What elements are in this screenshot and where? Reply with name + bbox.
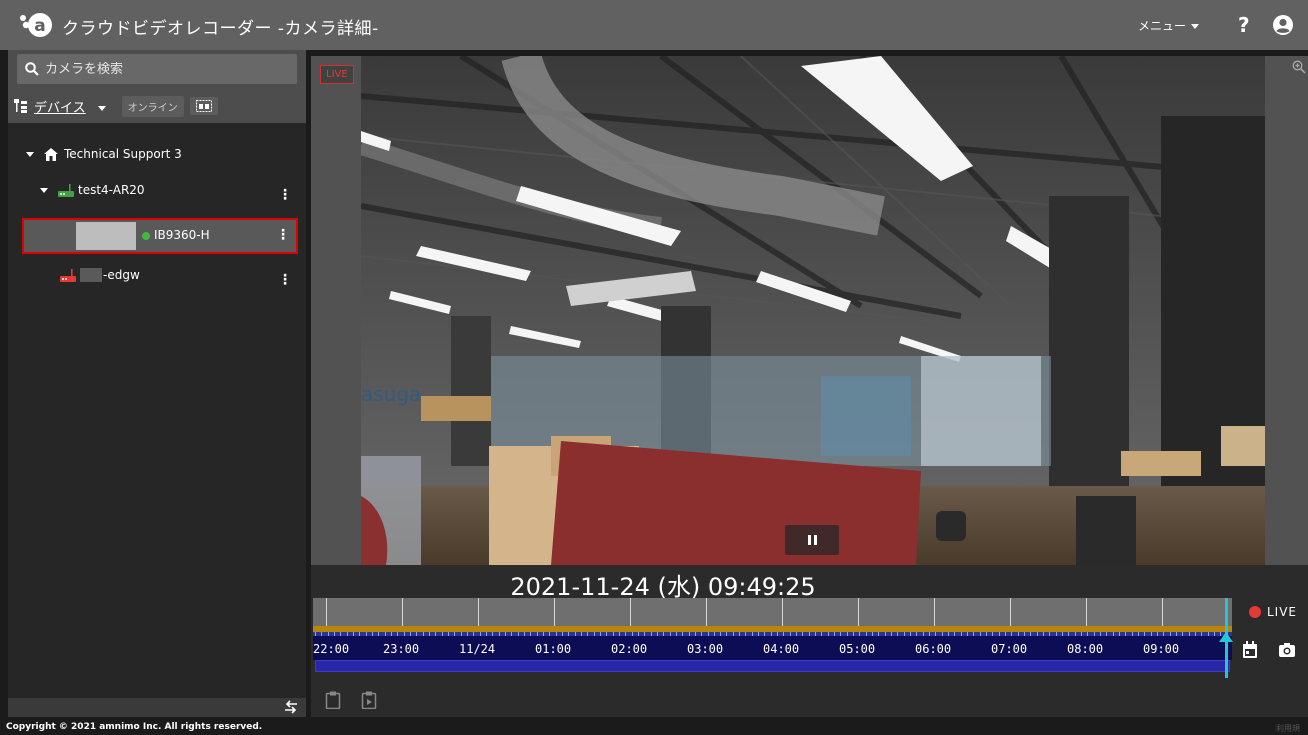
timeline-grid[interactable]	[313, 598, 1232, 626]
swap-arrows-icon[interactable]	[284, 700, 298, 714]
chevron-down-icon	[97, 105, 106, 111]
tree-group-node[interactable]: Technical Support 3	[26, 147, 182, 161]
camera-more-button[interactable]: ⋮	[276, 228, 290, 242]
search-input[interactable]	[45, 61, 285, 77]
expand-icon[interactable]	[40, 187, 48, 193]
go-live-button[interactable]: LIVE	[1249, 605, 1297, 619]
pause-icon	[813, 535, 817, 545]
device-tree-icon	[14, 99, 27, 113]
timeline-hour-label: 06:00	[915, 642, 952, 656]
timeline-hour-label: 05:00	[839, 642, 876, 656]
timeline-hour-gridline	[554, 598, 555, 626]
search-icon	[25, 62, 39, 76]
camera-live-image[interactable]: asuga	[361, 56, 1265, 565]
grid-view-icon	[195, 100, 212, 112]
copyright-text: Copyright © 2021 amnimo Inc. All rights …	[6, 722, 263, 732]
clip-toolbar	[313, 683, 1308, 717]
timeline-hour-label: 11/24	[459, 642, 496, 656]
redacted-text	[80, 268, 102, 282]
timeline-hour-gridline	[478, 598, 479, 626]
timeline-hour-gridline	[1086, 598, 1087, 626]
timeline-scrollbar[interactable]	[315, 660, 1230, 672]
timeline-hour-label: 02:00	[611, 642, 648, 656]
timeline-hour-label: 03:00	[687, 642, 724, 656]
clipboard-icon[interactable]	[325, 691, 341, 709]
timeline-hour-labels: 22:00 23:00 11/24 01:00 02:00 03:00 04:00 05:00…	[313, 636, 1232, 660]
router-online-icon	[58, 184, 74, 197]
timeline-hour-label: 09:00	[1143, 642, 1180, 656]
sidebar-toolbar: デバイス オンライン	[8, 50, 306, 123]
router-more-button[interactable]: ⋮	[278, 188, 292, 202]
gateway-name: -edgw	[103, 268, 140, 282]
router-offline-icon	[60, 269, 76, 282]
help-button[interactable]: ?	[1238, 13, 1250, 37]
expand-icon[interactable]	[26, 151, 34, 157]
router-name: test4-AR20	[78, 183, 145, 197]
selected-camera-row[interactable]: IB9360-H ⋮	[22, 218, 298, 254]
timeline-hour-gridline	[706, 598, 707, 626]
zoom-in-icon[interactable]	[1292, 60, 1306, 74]
online-filter-button[interactable]: オンライン	[121, 95, 184, 117]
amnimo-logo-icon: a	[20, 13, 52, 37]
camera-thumbnail	[76, 222, 136, 250]
pause-icon	[807, 535, 811, 545]
timeline-hour-gridline	[782, 598, 783, 626]
group-name: Technical Support 3	[64, 147, 182, 161]
tree-gateway-node[interactable]: -edgw	[60, 268, 140, 282]
timeline-hour-label: 23:00	[383, 642, 420, 656]
svg-text:a: a	[34, 16, 45, 36]
gateway-more-button[interactable]: ⋮	[278, 273, 292, 287]
camera-search-box[interactable]	[17, 54, 297, 84]
timeline-hour-label: 01:00	[535, 642, 572, 656]
timeline-hour-label: 22:00	[313, 642, 350, 656]
menu-label: メニュー	[1138, 19, 1187, 33]
timeline-hour-gridline	[402, 598, 403, 626]
live-label: LIVE	[1267, 605, 1298, 619]
device-sidebar: デバイス オンライン Technical Support 3	[8, 50, 306, 717]
grid-view-button[interactable]	[189, 97, 218, 115]
video-player: LIVE asuga	[311, 56, 1308, 565]
tree-router-node[interactable]: test4-AR20	[40, 183, 145, 197]
filter-row: デバイス オンライン	[14, 95, 218, 117]
camera-name: IB9360-H	[154, 228, 210, 242]
snapshot-camera-icon[interactable]	[1278, 641, 1296, 659]
timeline-hour-gridline	[326, 598, 327, 626]
online-status-icon	[142, 232, 150, 240]
device-filter-label: デバイス	[34, 100, 86, 116]
clipboard-play-icon[interactable]	[361, 691, 377, 709]
timeline-hour-gridline	[934, 598, 935, 626]
device-filter-select[interactable]: デバイス	[34, 97, 106, 116]
terms-link[interactable]: 利用規	[1276, 723, 1300, 734]
timeline-hour-gridline	[1010, 598, 1011, 626]
playhead-marker-icon[interactable]	[1219, 632, 1233, 642]
recording-timeline[interactable]: 22:00 23:00 11/24 01:00 02:00 03:00 04:00 05:00…	[313, 598, 1233, 680]
timeline-hour-label: 08:00	[1067, 642, 1104, 656]
timeline-hour-gridline	[630, 598, 631, 626]
timeline-hour-label: 07:00	[991, 642, 1028, 656]
calendar-icon[interactable]	[1242, 641, 1258, 659]
sidebar-footer-bar	[8, 698, 306, 717]
pause-button[interactable]	[785, 525, 839, 555]
live-badge: LIVE	[320, 65, 354, 84]
timeline-hour-gridline	[858, 598, 859, 626]
live-dot-icon	[1249, 606, 1261, 618]
home-icon	[44, 147, 58, 161]
timeline-hour-label: 04:00	[763, 642, 800, 656]
account-icon[interactable]	[1272, 14, 1294, 36]
app-header: a クラウドビデオレコーダー -カメラ詳細- メニュー ?	[0, 0, 1308, 50]
video-timestamp: 2021-11-24 (水) 09:49:25	[510, 573, 816, 601]
svg-text:asuga: asuga	[361, 382, 421, 406]
menu-dropdown-button[interactable]: メニュー	[1138, 17, 1200, 34]
timeline-hour-gridline	[1162, 598, 1163, 626]
chevron-down-icon	[1191, 24, 1200, 29]
page-title: クラウドビデオレコーダー -カメラ詳細-	[62, 19, 379, 39]
